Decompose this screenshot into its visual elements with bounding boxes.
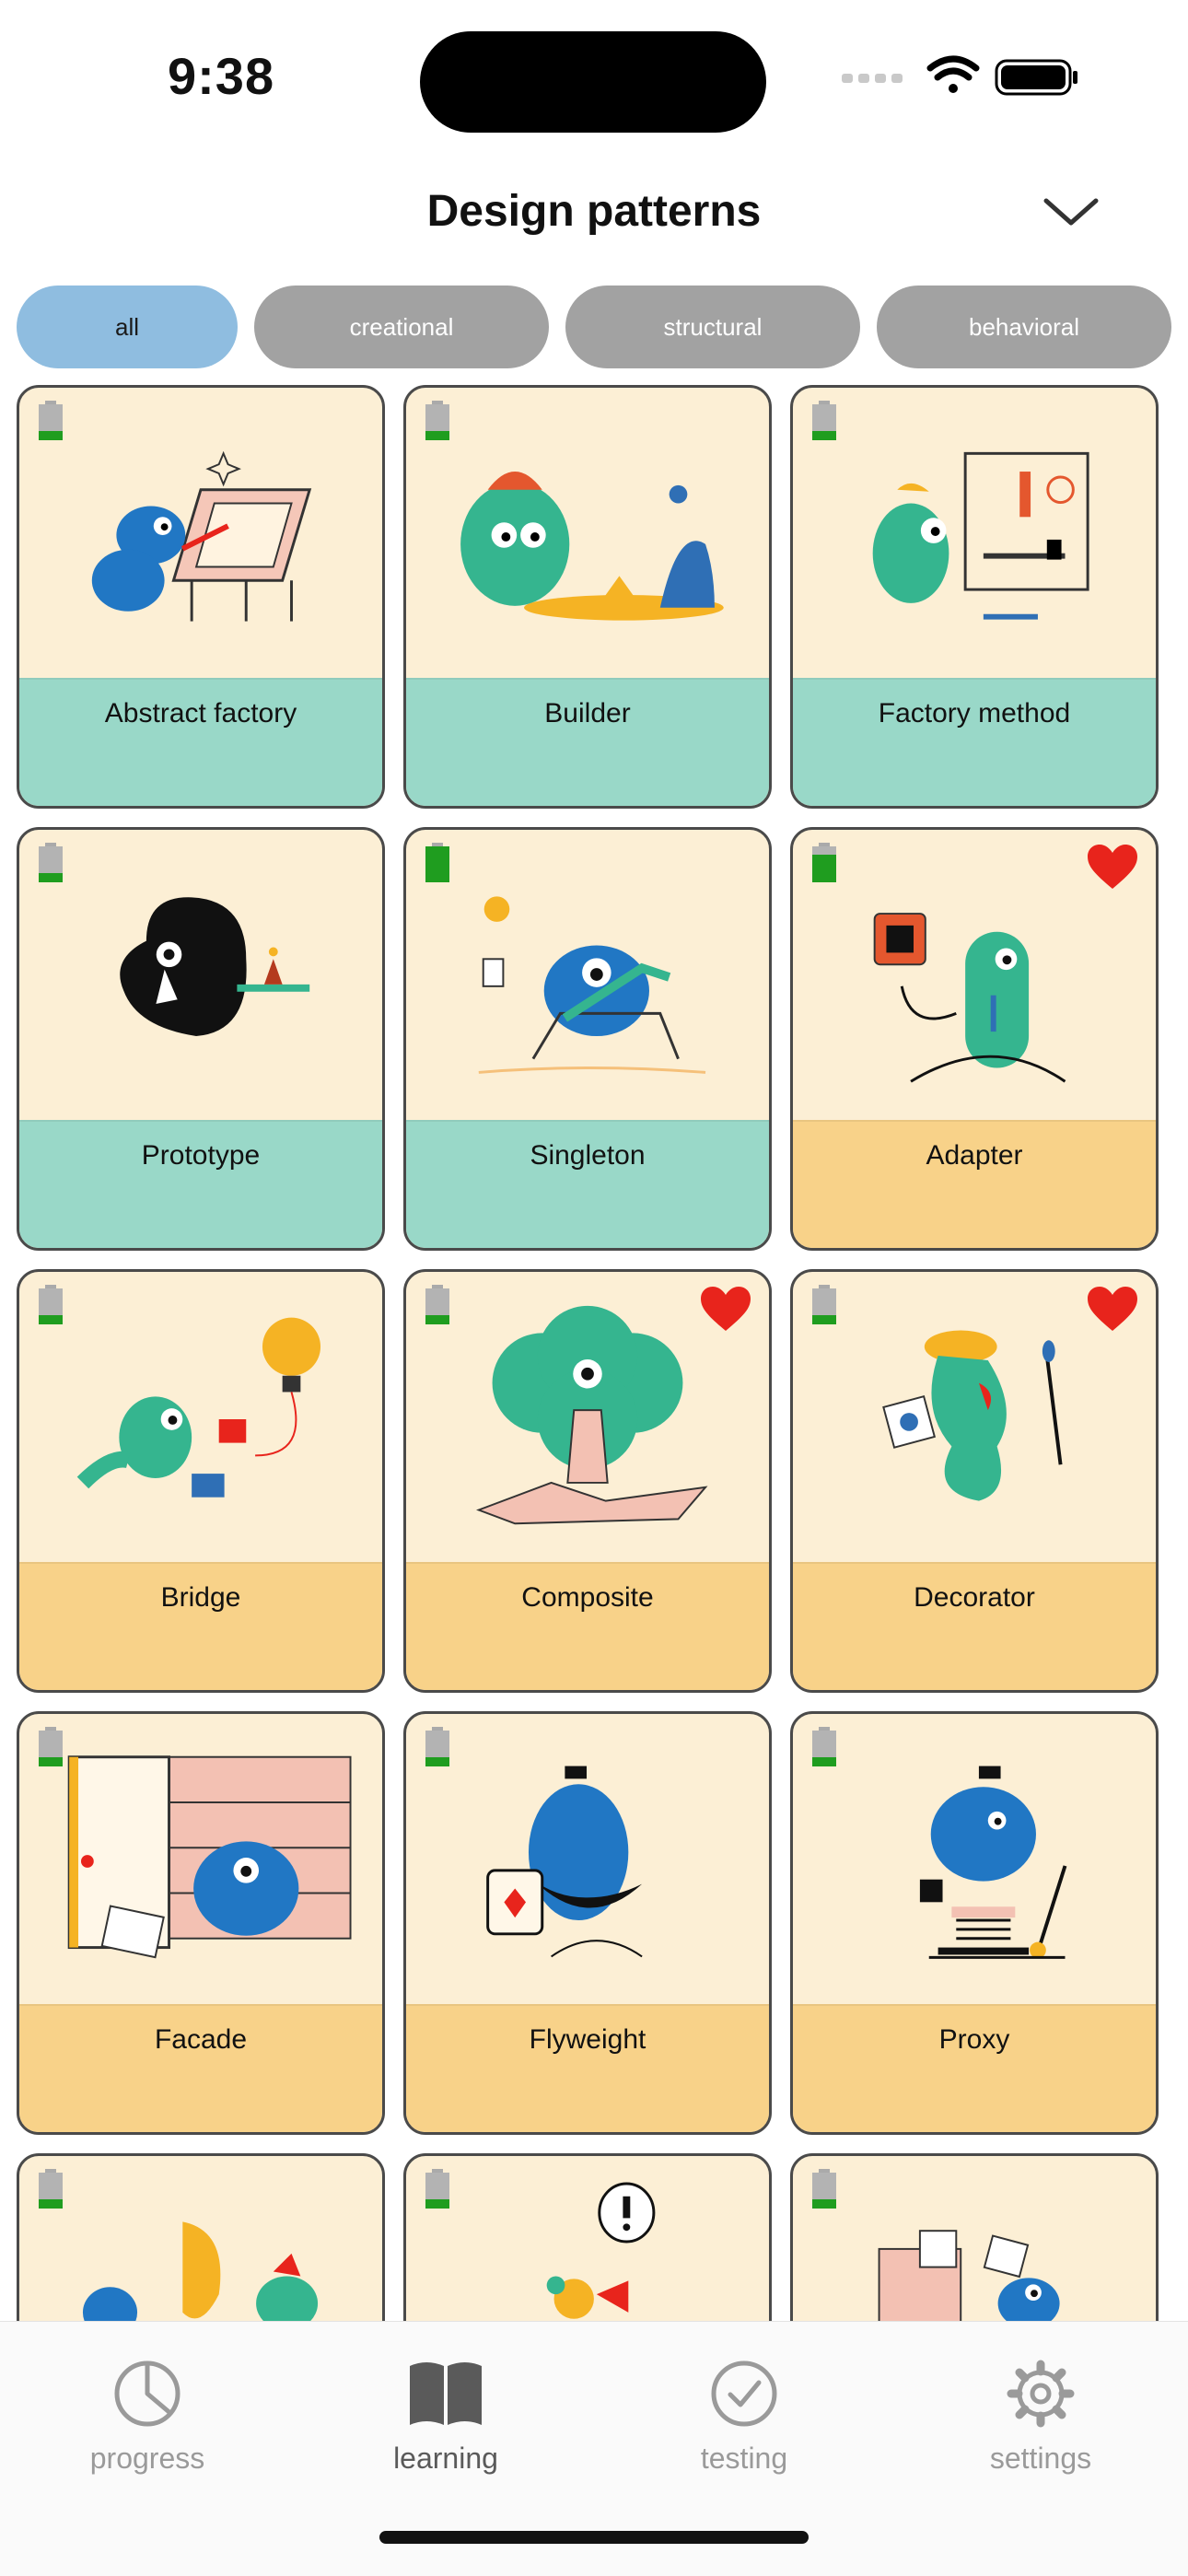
factory-method-illustration — [872, 451, 1089, 620]
pattern-card-composite[interactable]: Composite — [403, 1269, 772, 1693]
pattern-card-proxy[interactable]: Proxy — [790, 1711, 1159, 2135]
cellular-signal-icon — [842, 74, 903, 83]
proxy-illustration — [919, 1766, 1067, 1959]
status-time: 9:38 — [168, 47, 275, 105]
card-title: Proxy — [938, 2024, 1010, 2055]
command-illustration — [546, 2182, 656, 2319]
pattern-card-flyweight[interactable]: Flyweight — [403, 1711, 772, 2135]
tab-label: learning — [393, 2442, 498, 2475]
checkmark-circle-icon — [711, 2360, 777, 2427]
home-indicator[interactable] — [379, 2531, 809, 2544]
card-title: Decorator — [914, 1582, 1035, 1613]
chevron-down-icon[interactable] — [1039, 184, 1103, 239]
pattern-card-behavioral-1[interactable] — [17, 2153, 385, 2321]
facade-illustration — [67, 1755, 352, 1959]
wifi-icon — [926, 55, 980, 93]
decorator-illustration — [882, 1330, 1063, 1501]
card-label-band: Bridge — [19, 1562, 382, 1690]
card-label-band: Builder — [406, 678, 769, 806]
iterator-illustration — [878, 2230, 1060, 2321]
builder-illustration — [460, 472, 724, 621]
pie-chart-icon — [114, 2360, 181, 2427]
flyweight-illustration — [486, 1766, 643, 1958]
status-bar: 9:38 — [0, 0, 1188, 157]
card-title: Adapter — [926, 1140, 1023, 1171]
pattern-card-builder[interactable]: Builder — [403, 385, 772, 809]
pattern-card-prototype[interactable]: Prototype — [17, 827, 385, 1251]
card-label-band: Proxy — [793, 2004, 1156, 2132]
card-title: Bridge — [160, 1582, 241, 1613]
nav-header: Design patterns — [0, 166, 1188, 258]
page-title: Design patterns — [426, 187, 762, 236]
chain-illustration — [82, 2221, 319, 2321]
tab-label: settings — [989, 2442, 1092, 2475]
pattern-card-abstract-factory[interactable]: Abstract factory — [17, 385, 385, 809]
tab-testing[interactable]: testing — [634, 2359, 855, 2497]
card-title: Flyweight — [529, 2024, 646, 2055]
card-label-band: Factory method — [793, 678, 1156, 806]
card-label-band: Flyweight — [406, 2004, 769, 2132]
card-title: Abstract factory — [104, 698, 297, 729]
pattern-card-facade[interactable]: Facade — [17, 1711, 385, 2135]
card-title: Builder — [544, 698, 631, 729]
pattern-card-bridge[interactable]: Bridge — [17, 1269, 385, 1693]
pattern-card-adapter[interactable]: Adapter — [790, 827, 1159, 1251]
book-icon — [410, 2362, 482, 2425]
card-title: Prototype — [141, 1140, 261, 1171]
battery-status-icon — [995, 59, 1077, 96]
abstract-factory-illustration — [91, 450, 312, 622]
pattern-card-behavioral-3[interactable] — [790, 2153, 1159, 2321]
card-label-band: Adapter — [793, 1120, 1156, 1248]
pattern-card-factory-method[interactable]: Factory method — [790, 385, 1159, 809]
singleton-illustration — [478, 896, 706, 1074]
filter-all[interactable]: all — [17, 286, 238, 368]
pattern-card-singleton[interactable]: Singleton — [403, 827, 772, 1251]
card-label-band: Singleton — [406, 1120, 769, 1248]
adapter-illustration — [873, 913, 1066, 1083]
category-filter-bar: all creational structural behavioral — [0, 286, 1188, 370]
filter-creational[interactable]: creational — [254, 286, 549, 368]
filter-structural[interactable]: structural — [565, 286, 860, 368]
card-label-band: Composite — [406, 1562, 769, 1690]
composite-illustration — [475, 1305, 708, 1525]
card-title: Factory method — [878, 698, 1071, 729]
bridge-illustration — [76, 1317, 321, 1498]
dynamic-island — [420, 31, 766, 133]
prototype-illustration — [120, 897, 310, 1037]
card-title: Composite — [521, 1582, 654, 1613]
pattern-card-behavioral-2[interactable] — [403, 2153, 772, 2321]
gear-icon — [1007, 2360, 1075, 2428]
card-label-band: Abstract factory — [19, 678, 382, 806]
card-label-band: Decorator — [793, 1562, 1156, 1690]
tab-label: progress — [89, 2442, 205, 2475]
filter-behavioral[interactable]: behavioral — [877, 286, 1171, 368]
pattern-grid: Abstract factory Builder Factory method … — [17, 385, 1171, 2321]
tab-label: testing — [700, 2442, 788, 2475]
card-label-band: Facade — [19, 2004, 382, 2132]
card-title: Singleton — [530, 1140, 646, 1171]
tab-settings[interactable]: settings — [930, 2359, 1151, 2497]
status-icons — [842, 55, 1077, 96]
tab-progress[interactable]: progress — [37, 2359, 258, 2497]
pattern-card-decorator[interactable]: Decorator — [790, 1269, 1159, 1693]
card-label-band: Prototype — [19, 1120, 382, 1248]
card-title: Facade — [154, 2024, 248, 2055]
tab-learning[interactable]: learning — [335, 2359, 556, 2497]
